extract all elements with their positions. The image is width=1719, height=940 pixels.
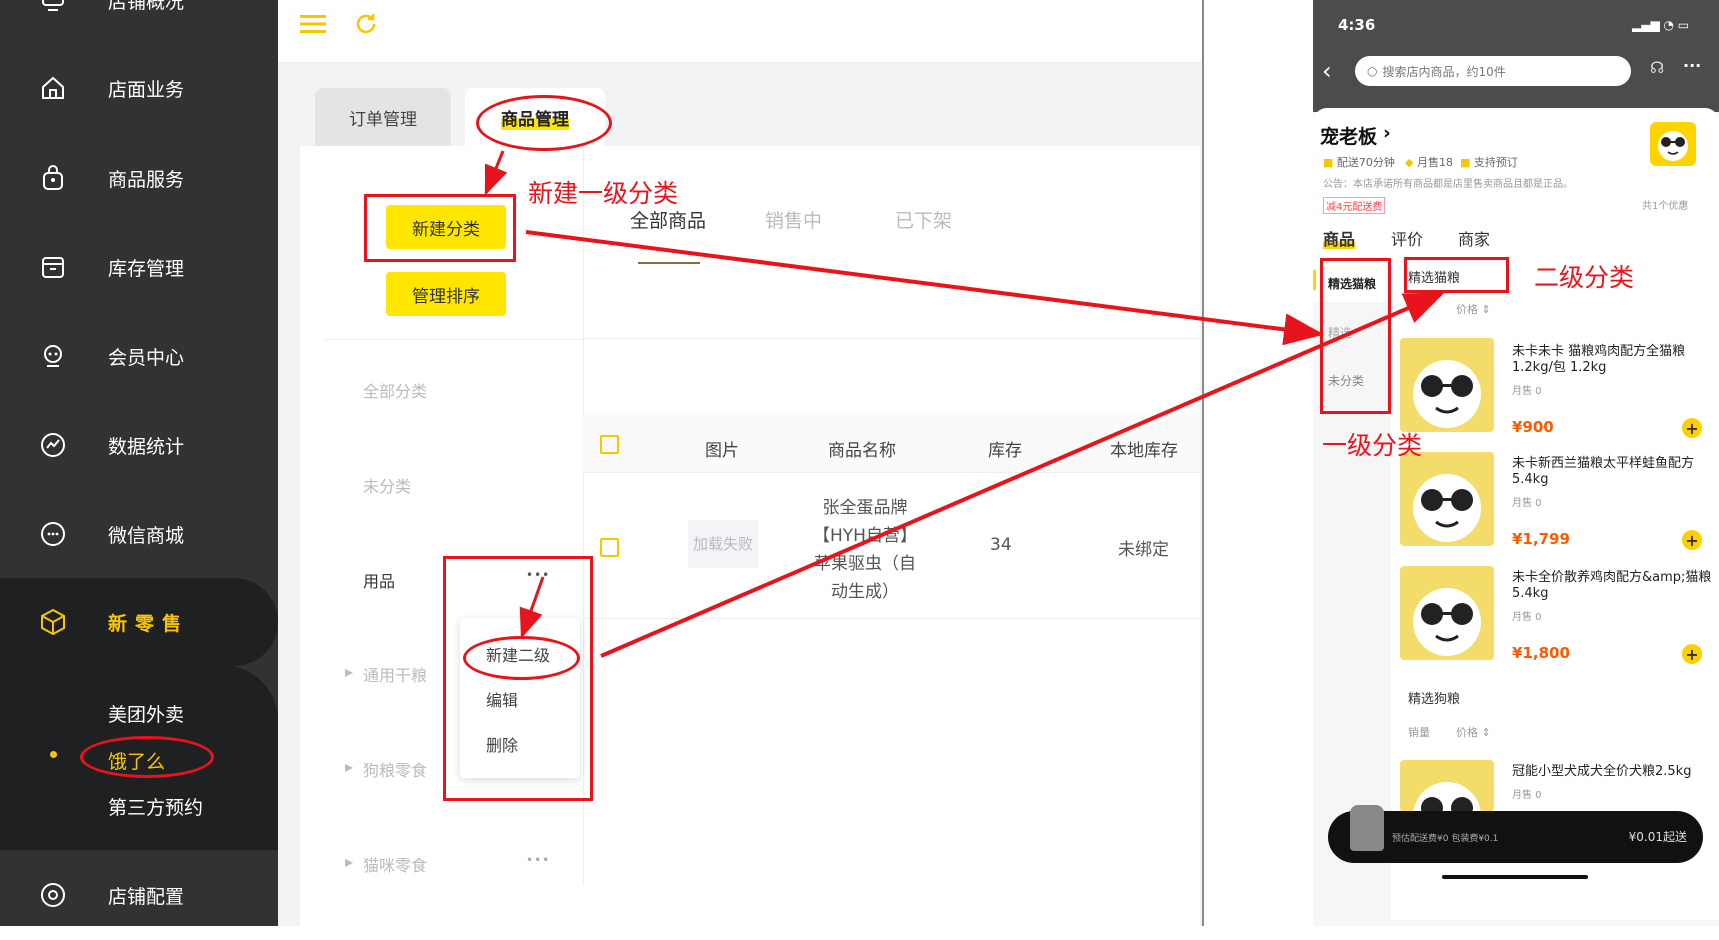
- annotation-arrows: [484, 150, 1445, 658]
